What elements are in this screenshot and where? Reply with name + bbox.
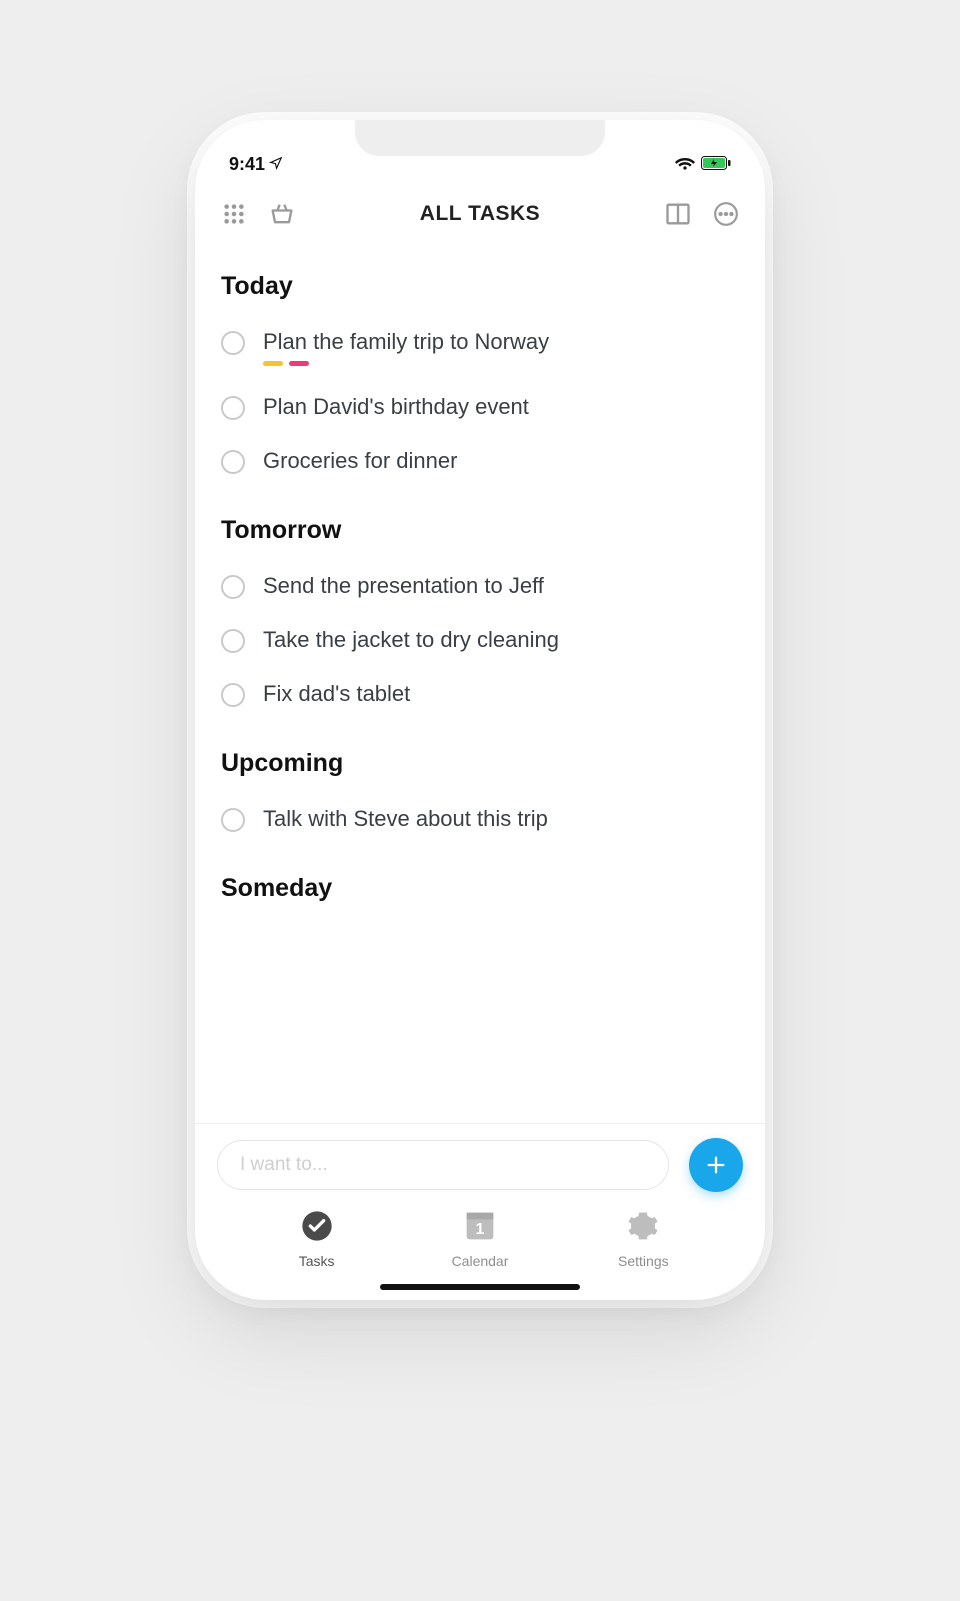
page-title: ALL TASKS bbox=[313, 202, 647, 226]
menu-grid-icon[interactable] bbox=[217, 197, 251, 231]
task-checkbox[interactable] bbox=[221, 808, 245, 832]
quick-add-input[interactable] bbox=[217, 1140, 669, 1190]
tab-label: Tasks bbox=[299, 1253, 335, 1269]
task-row[interactable]: Take the jacket to dry cleaning bbox=[221, 627, 739, 653]
gear-icon bbox=[627, 1210, 659, 1247]
task-row[interactable]: Groceries for dinner bbox=[221, 448, 739, 474]
tab-tasks[interactable]: Tasks bbox=[272, 1210, 362, 1269]
task-checkbox[interactable] bbox=[221, 629, 245, 653]
calendar-icon: 1 bbox=[464, 1210, 496, 1247]
task-row[interactable]: Talk with Steve about this trip bbox=[221, 806, 739, 832]
task-row[interactable]: Fix dad's tablet bbox=[221, 681, 739, 707]
book-open-icon[interactable] bbox=[661, 197, 695, 231]
task-checkbox[interactable] bbox=[221, 575, 245, 599]
task-row[interactable]: Plan the family trip to Norway bbox=[221, 329, 739, 366]
tab-settings[interactable]: Settings bbox=[598, 1210, 688, 1269]
section-header-someday: Someday bbox=[221, 874, 739, 903]
device-notch bbox=[355, 120, 605, 156]
add-task-button[interactable] bbox=[689, 1138, 743, 1192]
home-indicator[interactable] bbox=[380, 1284, 580, 1290]
tab-calendar[interactable]: 1 Calendar bbox=[435, 1210, 525, 1269]
task-checkbox[interactable] bbox=[221, 683, 245, 707]
task-title: Send the presentation to Jeff bbox=[263, 573, 544, 599]
tab-label: Settings bbox=[618, 1253, 669, 1269]
task-title: Plan David's birthday event bbox=[263, 394, 529, 420]
phone-frame: 9:41 ALL TASKS Toda bbox=[195, 120, 765, 1300]
task-title: Plan the family trip to Norway bbox=[263, 329, 549, 355]
task-title: Take the jacket to dry cleaning bbox=[263, 627, 559, 653]
task-title: Groceries for dinner bbox=[263, 448, 457, 474]
quick-add-bar bbox=[195, 1123, 765, 1200]
task-title: Fix dad's tablet bbox=[263, 681, 410, 707]
section-header-tomorrow: Tomorrow bbox=[221, 516, 739, 545]
basket-icon[interactable] bbox=[265, 197, 299, 231]
task-row[interactable]: Send the presentation to Jeff bbox=[221, 573, 739, 599]
status-time: 9:41 bbox=[229, 154, 265, 175]
battery-charging-icon bbox=[701, 154, 731, 175]
task-list-scroll[interactable]: Today Plan the family trip to Norway Pla… bbox=[195, 248, 765, 1123]
tag-yellow bbox=[263, 361, 283, 366]
section-header-upcoming: Upcoming bbox=[221, 749, 739, 778]
wifi-icon bbox=[675, 154, 695, 175]
tag-pink bbox=[289, 361, 309, 366]
svg-text:1: 1 bbox=[476, 1221, 485, 1238]
task-checkbox[interactable] bbox=[221, 396, 245, 420]
task-checkbox[interactable] bbox=[221, 450, 245, 474]
task-title: Talk with Steve about this trip bbox=[263, 806, 548, 832]
more-horizontal-icon[interactable] bbox=[709, 197, 743, 231]
task-tags bbox=[263, 361, 549, 366]
task-row[interactable]: Plan David's birthday event bbox=[221, 394, 739, 420]
task-checkbox[interactable] bbox=[221, 331, 245, 355]
check-circle-icon bbox=[301, 1210, 333, 1247]
location-arrow-icon bbox=[269, 154, 283, 175]
section-header-today: Today bbox=[221, 272, 739, 301]
nav-bar: ALL TASKS bbox=[195, 180, 765, 248]
tab-label: Calendar bbox=[452, 1253, 509, 1269]
